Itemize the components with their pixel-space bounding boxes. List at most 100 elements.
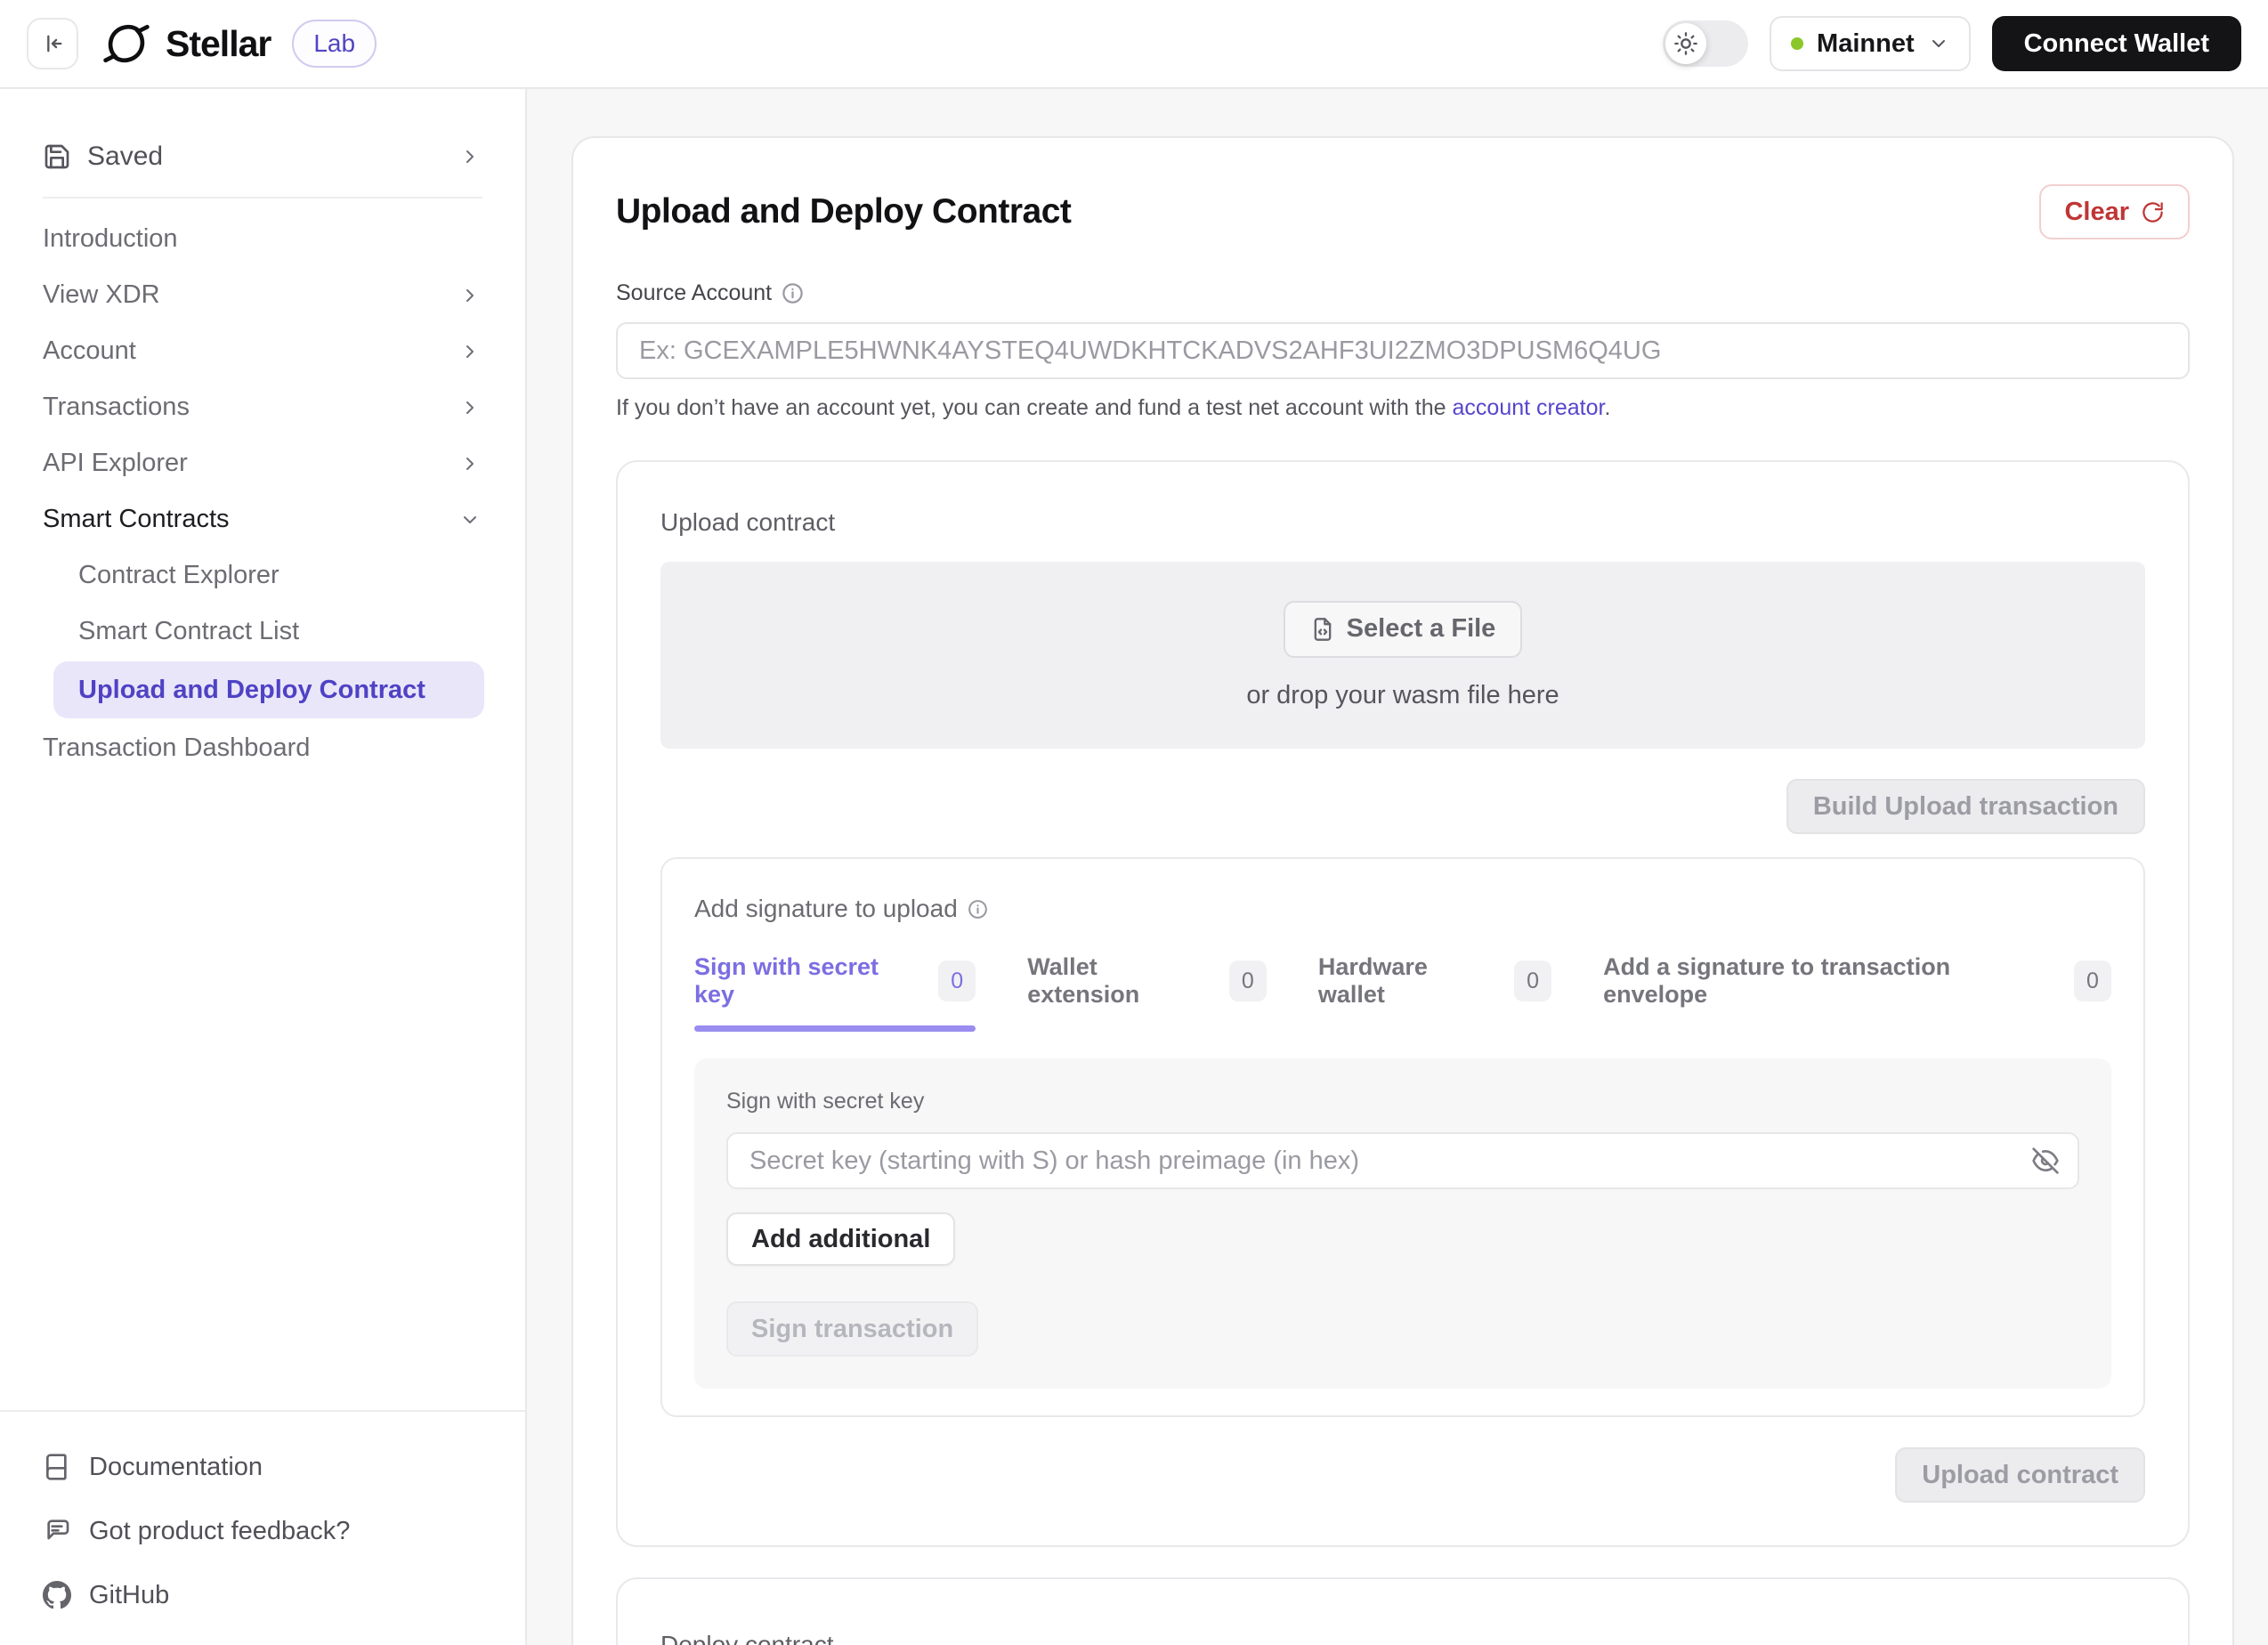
book-icon [43,1453,71,1481]
github-icon [43,1581,71,1609]
sidebar-item-label: Got product feedback? [89,1516,351,1545]
save-icon [43,142,71,171]
sidebar-item-api-explorer[interactable]: API Explorer [0,435,525,491]
secret-key-panel: Sign with secret key Add additional Sign… [694,1058,2111,1389]
stellar-logo-icon [103,20,150,67]
lab-badge: Lab [292,20,377,68]
helper-text-suffix: . [1604,395,1611,420]
main-content: Upload and Deploy Contract Clear Source … [527,89,2268,1645]
info-icon[interactable] [781,281,805,305]
chevron-down-icon [1928,33,1949,54]
upload-deploy-card: Upload and Deploy Contract Clear Source … [571,136,2234,1645]
chevron-down-icon [459,509,481,531]
build-upload-transaction-button[interactable]: Build Upload transaction [1786,779,2145,834]
tab-hardware-wallet[interactable]: Hardware wallet 0 [1318,953,1552,1032]
network-status-dot [1791,37,1804,50]
tab-add-signature-envelope[interactable]: Add a signature to transaction envelope … [1603,953,2111,1032]
sidebar-item-label: Account [43,336,136,365]
eye-off-icon[interactable] [2031,1147,2060,1175]
refresh-icon [2141,200,2165,224]
add-signature-card: Add signature to upload Sign with secret… [660,857,2145,1417]
sidebar-item-saved[interactable]: Saved [0,128,525,184]
sidebar-item-transactions[interactable]: Transactions [0,379,525,435]
tab-count-badge: 0 [1228,960,1267,1001]
brand-title: Stellar [166,22,271,64]
upload-contract-section: Upload contract Select a File or drop yo… [616,460,2190,1547]
feedback-bubble-icon [43,1517,71,1545]
tab-sign-with-secret-key[interactable]: Sign with secret key 0 [694,953,976,1032]
secret-key-input[interactable] [726,1132,2079,1189]
chevron-right-icon [459,453,481,474]
brand[interactable]: Stellar Lab [103,20,377,68]
source-account-label: Source Account [616,280,773,305]
info-icon[interactable] [967,898,989,920]
sidebar-item-label: Introduction [43,224,178,253]
chevron-right-icon [459,146,481,167]
sidebar-footer: Documentation Got product feedback? GitH… [0,1410,525,1645]
sidebar-item-label: Smart Contract List [78,617,300,645]
sidebar-item-introduction[interactable]: Introduction [0,211,525,267]
clear-button-label: Clear [2064,197,2129,226]
collapse-sidebar-button[interactable] [27,18,78,69]
deploy-contract-section: Deploy contract [616,1577,2190,1645]
tab-label: Wallet extension [1027,953,1140,1008]
chevron-right-icon [459,285,481,306]
tab-count-badge: 0 [1514,960,1552,1001]
sidebar: Saved Introduction View XDR Account Tran… [0,89,527,1645]
sidebar-item-view-xdr[interactable]: View XDR [0,267,525,323]
page-title: Upload and Deploy Contract [616,192,1072,231]
sidebar-item-account[interactable]: Account [0,323,525,379]
sidebar-divider [43,197,482,199]
source-account-helper: If you don’t have an account yet, you ca… [616,395,2190,421]
sign-transaction-button[interactable]: Sign transaction [726,1301,979,1357]
chevron-right-icon [459,341,481,362]
deploy-section-label: Deploy contract [660,1631,834,1645]
sidebar-item-label: Saved [87,141,164,171]
tab-label: Sign with secret key [694,953,879,1008]
tab-count-badge: 0 [938,960,976,1001]
sidebar-item-contract-explorer[interactable]: Contract Explorer [0,547,525,604]
sidebar-item-label: Upload and Deploy Contract [78,675,425,704]
connect-wallet-button[interactable]: Connect Wallet [1991,16,2241,71]
helper-text: If you don’t have an account yet, you ca… [616,395,1453,420]
sidebar-item-upload-and-deploy-contract[interactable]: Upload and Deploy Contract [53,661,484,718]
sidebar-item-label: Contract Explorer [78,561,279,589]
sidebar-item-label: Documentation [89,1452,263,1481]
secret-key-label: Sign with secret key [726,1089,925,1114]
sidebar-item-label: API Explorer [43,449,188,477]
sidebar-item-smart-contracts[interactable]: Smart Contracts [0,491,525,547]
tab-count-badge: 0 [2073,960,2111,1001]
wasm-dropzone[interactable]: Select a File or drop your wasm file her… [660,562,2145,749]
app-header: Stellar Lab Mainnet Connect Wallet [0,0,2268,89]
collapse-sidebar-icon [40,31,65,56]
tab-label: Add a signature to transaction envelope [1603,953,1951,1008]
sun-icon [1673,31,1698,56]
file-icon [1310,617,1335,642]
clear-button[interactable]: Clear [2039,184,2190,239]
sidebar-item-smart-contract-list[interactable]: Smart Contract List [0,604,525,660]
source-account-input[interactable] [616,322,2190,379]
sidebar-item-label: GitHub [89,1580,170,1609]
add-additional-button[interactable]: Add additional [726,1212,956,1266]
theme-toggle[interactable] [1663,20,1749,67]
network-label: Mainnet [1817,28,1915,58]
sidebar-footer-divider [0,1410,525,1412]
sidebar-item-label: Smart Contracts [43,505,230,533]
upload-contract-button[interactable]: Upload contract [1895,1447,2145,1503]
add-signature-label: Add signature to upload [694,895,958,922]
select-file-button[interactable]: Select a File [1283,600,1523,658]
sidebar-item-documentation[interactable]: Documentation [0,1435,525,1499]
upload-section-label: Upload contract [660,508,836,536]
tab-wallet-extension[interactable]: Wallet extension 0 [1027,953,1267,1032]
network-select[interactable]: Mainnet [1770,16,1971,71]
sidebar-item-feedback[interactable]: Got product feedback? [0,1499,525,1563]
select-file-label: Select a File [1346,614,1496,643]
sidebar-item-transaction-dashboard[interactable]: Transaction Dashboard [0,720,525,776]
sidebar-item-github[interactable]: GitHub [0,1563,525,1627]
sidebar-item-label: View XDR [43,280,160,309]
sidebar-item-label: Transaction Dashboard [43,733,311,762]
chevron-right-icon [459,397,481,418]
drop-hint-text: or drop your wasm file here [1246,680,1559,709]
sidebar-item-label: Transactions [43,393,190,421]
account-creator-link[interactable]: account creator [1453,395,1605,420]
